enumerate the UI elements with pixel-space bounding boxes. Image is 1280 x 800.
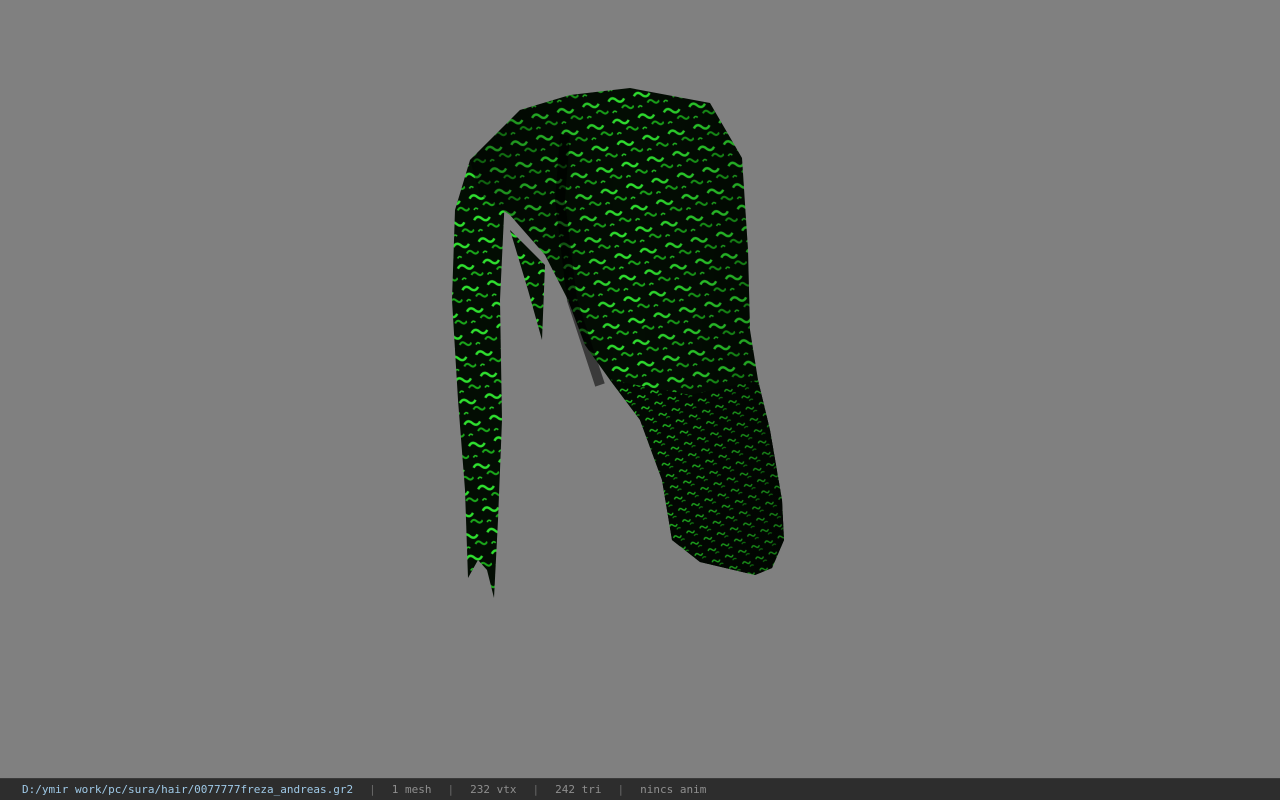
- status-separator: |: [447, 783, 455, 796]
- hair-strand-left: [452, 160, 505, 598]
- status-separator: |: [532, 783, 540, 796]
- status-separator: |: [617, 783, 625, 796]
- 3d-viewport[interactable]: [0, 0, 1280, 778]
- vertex-count: 232 vtx: [470, 783, 517, 796]
- mesh-count: 1 mesh: [391, 783, 432, 796]
- status-separator: |: [369, 783, 376, 796]
- model-render: [452, 88, 784, 598]
- triangle-count: 242 tri: [555, 783, 602, 796]
- status-bar: D:/ymir work/pc/sura/hair/0077777freza_a…: [0, 778, 1280, 800]
- file-path: D:/ymir work/pc/sura/hair/0077777freza_a…: [22, 783, 354, 796]
- anim-status: nincs anim: [640, 783, 707, 796]
